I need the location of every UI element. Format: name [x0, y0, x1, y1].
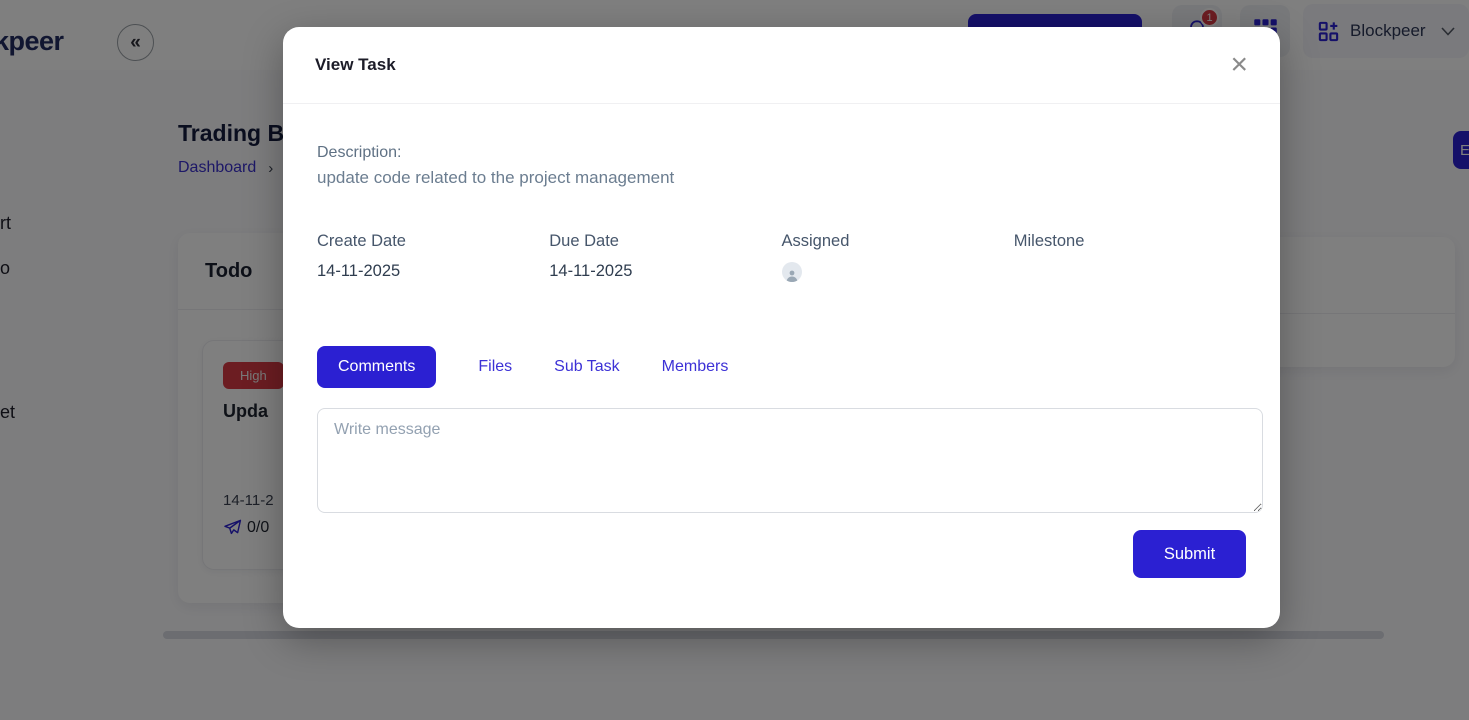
assigned-label: Assigned: [782, 232, 1014, 251]
description-value: update code related to the project manag…: [317, 168, 1246, 188]
tab-files[interactable]: Files: [478, 358, 512, 376]
modal-body: Description: update code related to the …: [283, 104, 1280, 578]
assigned-value: [782, 262, 1014, 282]
submit-button[interactable]: Submit: [1133, 530, 1246, 578]
modal-title: View Task: [315, 55, 396, 75]
meta-due-date: Due Date 14-11-2025: [549, 232, 781, 282]
milestone-label: Milestone: [1014, 232, 1246, 251]
modal-header: View Task ×: [283, 27, 1280, 104]
submit-row: Submit: [317, 530, 1246, 578]
description-label: Description:: [317, 144, 1246, 162]
due-date-value: 14-11-2025: [549, 262, 781, 282]
tab-comments[interactable]: Comments: [317, 346, 436, 388]
comment-message-input[interactable]: [317, 408, 1263, 513]
modal-tabs: Comments Files Sub Task Members: [317, 346, 1246, 388]
close-icon[interactable]: ×: [1230, 55, 1248, 75]
tab-sub-task[interactable]: Sub Task: [554, 358, 620, 376]
due-date-label: Due Date: [549, 232, 781, 251]
task-meta-row: Create Date 14-11-2025 Due Date 14-11-20…: [317, 232, 1246, 282]
meta-assigned: Assigned: [782, 232, 1014, 282]
view-task-modal: View Task × Description: update code rel…: [283, 27, 1280, 628]
create-date-value: 14-11-2025: [317, 262, 549, 282]
person-icon: [785, 269, 799, 282]
assignee-avatar: [782, 262, 802, 282]
tab-members[interactable]: Members: [662, 358, 729, 376]
create-date-label: Create Date: [317, 232, 549, 251]
meta-milestone: Milestone: [1014, 232, 1246, 282]
meta-create-date: Create Date 14-11-2025: [317, 232, 549, 282]
milestone-value: [1014, 262, 1246, 282]
